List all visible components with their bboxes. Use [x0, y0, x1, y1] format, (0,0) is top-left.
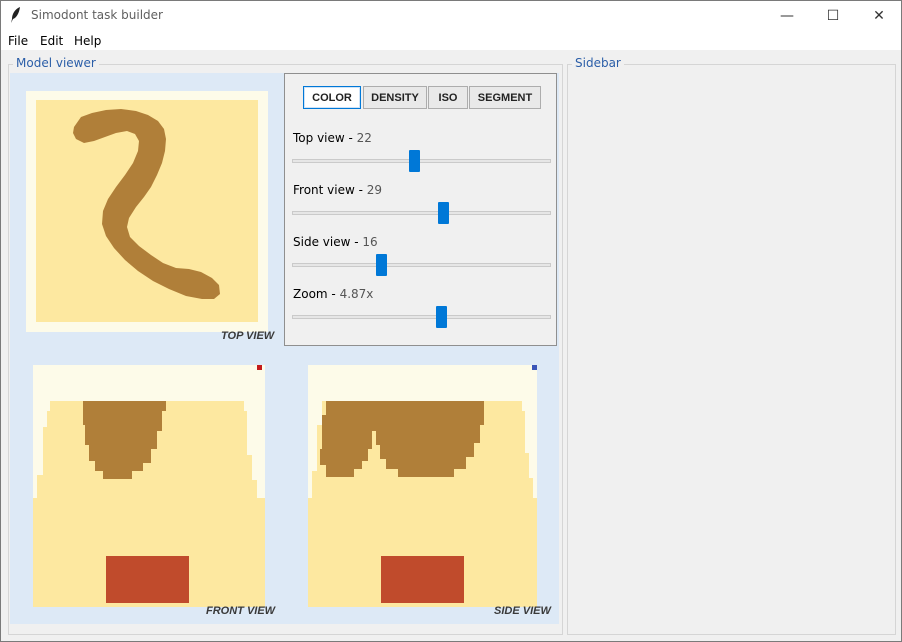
maximize-icon: ☐	[826, 7, 840, 24]
front-view-label-text: Front view -	[293, 183, 363, 197]
side-view-label: SIDE VIEW	[494, 605, 551, 617]
menu-help[interactable]: Help	[74, 34, 101, 48]
front-view-value: 29	[366, 183, 383, 197]
maximize-button[interactable]: ☐	[810, 0, 856, 31]
zoom-slider-label: Zoom - 4.87x	[293, 287, 373, 301]
top-view-slider-track[interactable]	[292, 159, 551, 163]
top-view-label: TOP VIEW	[221, 330, 275, 342]
window-title: Simodont task builder	[31, 8, 163, 22]
close-icon: ✕	[873, 7, 885, 24]
front-view-label: FRONT VIEW	[206, 605, 276, 617]
front-view-slice	[33, 401, 265, 607]
top-view-value: 22	[356, 131, 372, 145]
side-view-slider-label: Side view - 16	[293, 235, 378, 249]
view-controls-panel: COLOR DENSITY ISO SEGMENT Top view - 22 …	[284, 73, 557, 346]
side-view-slice	[308, 401, 537, 607]
tab-iso[interactable]: ISO	[428, 86, 468, 109]
model-viewer-label: Model viewer	[13, 56, 99, 70]
side-view-value: 16	[362, 235, 378, 249]
close-button[interactable]: ✕	[856, 0, 902, 31]
menu-bar: File Edit Help	[0, 31, 902, 50]
zoom-slider-track[interactable]	[292, 315, 551, 319]
front-view-slider-thumb[interactable]	[438, 202, 449, 224]
front-view-slider-track[interactable]	[292, 211, 551, 215]
top-view-slice	[36, 100, 258, 322]
top-view-label-text: Top view -	[293, 131, 353, 145]
side-view-marker	[532, 365, 537, 370]
menu-edit[interactable]: Edit	[40, 34, 63, 48]
side-view-slider-thumb[interactable]	[376, 254, 387, 276]
sidebar-frame: Sidebar	[567, 56, 896, 635]
zoom-value: 4.87x	[339, 287, 374, 301]
zoom-label-text: Zoom -	[293, 287, 336, 301]
front-view-image[interactable]	[33, 365, 265, 607]
top-view-image[interactable]	[26, 91, 268, 332]
side-view-slider-track[interactable]	[292, 263, 551, 267]
front-view-marker	[257, 365, 262, 370]
side-view-image[interactable]	[308, 365, 537, 607]
tab-segment[interactable]: SEGMENT	[469, 86, 541, 109]
menu-file[interactable]: File	[8, 34, 28, 48]
side-view-label-text: Side view -	[293, 235, 359, 249]
sidebar-label: Sidebar	[572, 56, 624, 70]
top-view-slider-thumb[interactable]	[409, 150, 420, 172]
tab-density[interactable]: DENSITY	[363, 86, 427, 109]
tab-color[interactable]: COLOR	[303, 86, 361, 109]
front-view-slider-label: Front view - 29	[293, 183, 382, 197]
minimize-icon: —	[780, 7, 794, 24]
feather-icon	[11, 7, 20, 23]
top-view-slider-label: Top view - 22	[293, 131, 372, 145]
title-bar: Simodont task builder — ☐ ✕	[0, 0, 902, 32]
minimize-button[interactable]: —	[764, 0, 810, 31]
zoom-slider-thumb[interactable]	[436, 306, 447, 328]
